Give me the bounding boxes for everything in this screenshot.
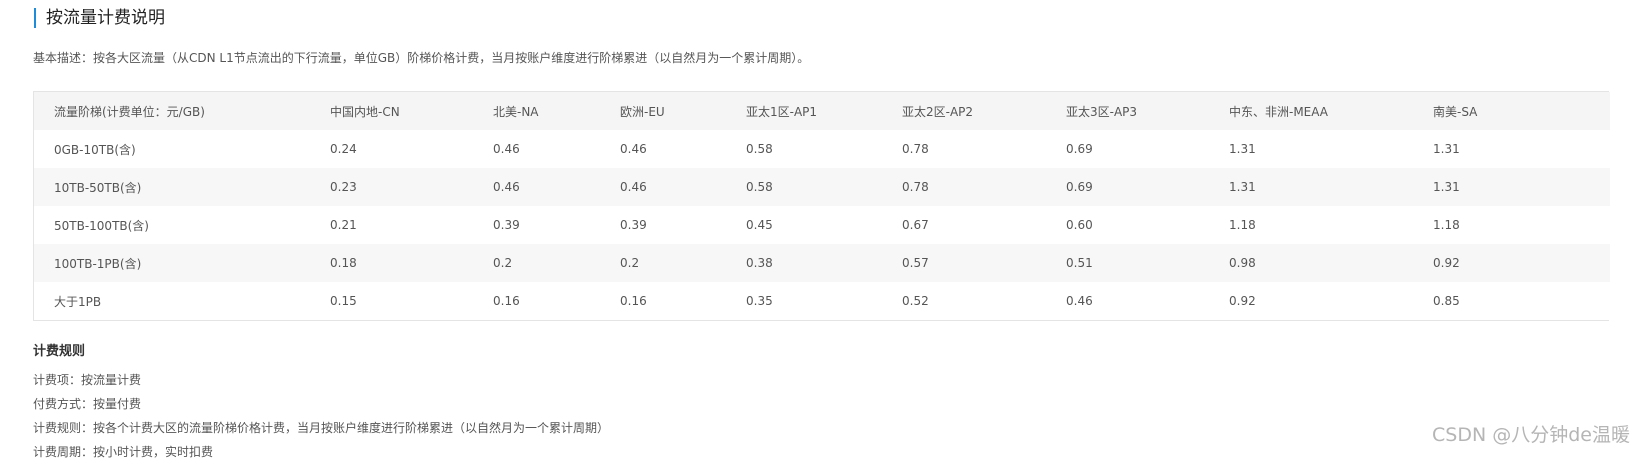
rule-billing-period: 计费周期：按小时计费，实时扣费 bbox=[33, 445, 214, 459]
table-cell: 0.2 bbox=[493, 256, 513, 270]
page-title: 按流量计费说明 bbox=[34, 8, 165, 28]
table-cell: 0.46 bbox=[1066, 294, 1093, 308]
table-cell: 0.38 bbox=[746, 256, 773, 270]
header-na: 北美-NA bbox=[493, 104, 539, 119]
table-cell: 0.57 bbox=[902, 256, 929, 270]
table-cell: 0.23 bbox=[330, 180, 357, 194]
table-cell: 0.45 bbox=[746, 218, 773, 232]
table-cell: 1.31 bbox=[1433, 180, 1460, 194]
table-cell: 0.46 bbox=[620, 142, 647, 156]
table-cell: 0GB-10TB(含) bbox=[54, 142, 136, 157]
basic-description: 基本描述：按各大区流量（从CDN L1节点流出的下行流量，单位GB）阶梯价格计费… bbox=[33, 51, 810, 65]
table-cell: 0.67 bbox=[902, 218, 929, 232]
table-cell: 0.92 bbox=[1433, 256, 1460, 270]
table-row: 50TB-100TB(含) 0.21 0.39 0.39 0.45 0.67 0… bbox=[34, 206, 1610, 244]
table-cell: 0.39 bbox=[620, 218, 647, 232]
table-cell: 0.2 bbox=[620, 256, 640, 270]
table-cell: 0.60 bbox=[1066, 218, 1093, 232]
table-cell: 0.51 bbox=[1066, 256, 1093, 270]
table-row: 10TB-50TB(含) 0.23 0.46 0.46 0.58 0.78 0.… bbox=[34, 168, 1610, 206]
table-cell: 0.78 bbox=[902, 180, 929, 194]
table-cell: 0.85 bbox=[1433, 294, 1460, 308]
rule-billing-rule: 计费规则：按各个计费大区的流量阶梯价格计费，当月按账户维度进行阶梯累进（以自然月… bbox=[33, 421, 610, 435]
table-cell: 0.58 bbox=[746, 180, 773, 194]
pricing-table-container: 流量阶梯(计费单位：元/GB) 中国内地-CN 北美-NA 欧洲-EU 亚太1区… bbox=[33, 91, 1610, 321]
table-cell: 0.35 bbox=[746, 294, 773, 308]
table-cell: 0.16 bbox=[620, 294, 647, 308]
table-row: 大于1PB 0.15 0.16 0.16 0.35 0.52 0.46 0.92… bbox=[34, 282, 1610, 320]
table-cell: 0.69 bbox=[1066, 142, 1093, 156]
header-ap1: 亚太1区-AP1 bbox=[746, 104, 818, 119]
table-cell: 0.16 bbox=[493, 294, 520, 308]
table-cell: 0.52 bbox=[902, 294, 929, 308]
header-cn: 中国内地-CN bbox=[330, 104, 400, 119]
table-cell: 0.58 bbox=[746, 142, 773, 156]
header-ap2: 亚太2区-AP2 bbox=[902, 104, 974, 119]
table-cell: 0.24 bbox=[330, 142, 357, 156]
table-row: 100TB-1PB(含) 0.18 0.2 0.2 0.38 0.57 0.51… bbox=[34, 244, 1610, 282]
header-sa: 南美-SA bbox=[1433, 104, 1478, 119]
header-ap3: 亚太3区-AP3 bbox=[1066, 104, 1138, 119]
table-cell: 0.15 bbox=[330, 294, 357, 308]
rule-billing-item: 计费项：按流量计费 bbox=[33, 373, 142, 387]
table-cell: 大于1PB bbox=[54, 294, 102, 309]
table-cell: 10TB-50TB(含) bbox=[54, 180, 142, 195]
header-eu: 欧洲-EU bbox=[620, 104, 665, 119]
table-row: 0GB-10TB(含) 0.24 0.46 0.46 0.58 0.78 0.6… bbox=[34, 130, 1610, 168]
billing-rules-list: 计费项：按流量计费 付费方式：按量付费 计费规则：按各个计费大区的流量阶梯价格计… bbox=[33, 368, 609, 464]
table-cell: 1.18 bbox=[1433, 218, 1460, 232]
csdn-watermark: CSDN @八分钟de温暖 bbox=[1432, 424, 1630, 446]
billing-rules-title: 计费规则 bbox=[33, 344, 86, 359]
table-header-row: 流量阶梯(计费单位：元/GB) 中国内地-CN 北美-NA 欧洲-EU 亚太1区… bbox=[34, 92, 1610, 130]
table-cell: 100TB-1PB(含) bbox=[54, 256, 142, 271]
table-cell: 1.31 bbox=[1229, 180, 1256, 194]
table-cell: 0.98 bbox=[1229, 256, 1256, 270]
table-cell: 50TB-100TB(含) bbox=[54, 218, 149, 233]
table-cell: 0.46 bbox=[620, 180, 647, 194]
table-cell: 0.46 bbox=[493, 142, 520, 156]
table-cell: 0.46 bbox=[493, 180, 520, 194]
table-cell: 0.18 bbox=[330, 256, 357, 270]
table-cell: 0.69 bbox=[1066, 180, 1093, 194]
header-meaa: 中东、非洲-MEAA bbox=[1229, 104, 1329, 119]
table-cell: 1.31 bbox=[1433, 142, 1460, 156]
header-traffic-tier: 流量阶梯(计费单位：元/GB) bbox=[54, 104, 205, 119]
pricing-table: 流量阶梯(计费单位：元/GB) 中国内地-CN 北美-NA 欧洲-EU 亚太1区… bbox=[34, 92, 1610, 320]
table-cell: 0.21 bbox=[330, 218, 357, 232]
table-cell: 0.92 bbox=[1229, 294, 1256, 308]
table-cell: 0.78 bbox=[902, 142, 929, 156]
table-cell: 1.18 bbox=[1229, 218, 1256, 232]
rule-payment-method: 付费方式：按量付费 bbox=[33, 397, 142, 411]
table-cell: 0.39 bbox=[493, 218, 520, 232]
table-cell: 1.31 bbox=[1229, 142, 1256, 156]
